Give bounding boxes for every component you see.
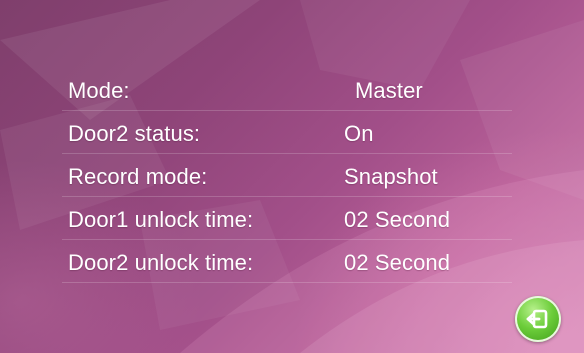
row-door2-status[interactable]: Door2 status: On	[62, 111, 512, 154]
door1-unlock-time-label: Door1 unlock time:	[68, 207, 254, 232]
settings-list: Mode: Master Door2 status: On Record mod…	[62, 62, 512, 283]
row-door2-unlock-time[interactable]: Door2 unlock time: 02 Second	[62, 240, 512, 283]
mode-value[interactable]: Master	[355, 78, 423, 104]
settings-screen: Mode: Master Door2 status: On Record mod…	[0, 0, 584, 353]
door2-status-label: Door2 status:	[68, 121, 201, 146]
door2-unlock-time-label: Door2 unlock time:	[68, 250, 254, 275]
mode-label: Mode:	[68, 78, 130, 103]
back-arrow-icon	[526, 309, 548, 329]
record-mode-label: Record mode:	[68, 164, 208, 189]
door2-status-value[interactable]: On	[344, 121, 374, 147]
row-mode[interactable]: Mode: Master	[62, 62, 512, 111]
back-button[interactable]	[515, 296, 561, 342]
row-door1-unlock-time[interactable]: Door1 unlock time: 02 Second	[62, 197, 512, 240]
row-record-mode[interactable]: Record mode: Snapshot	[62, 154, 512, 197]
record-mode-value[interactable]: Snapshot	[344, 164, 438, 190]
door2-unlock-time-value[interactable]: 02 Second	[344, 250, 450, 276]
door1-unlock-time-value[interactable]: 02 Second	[344, 207, 450, 233]
